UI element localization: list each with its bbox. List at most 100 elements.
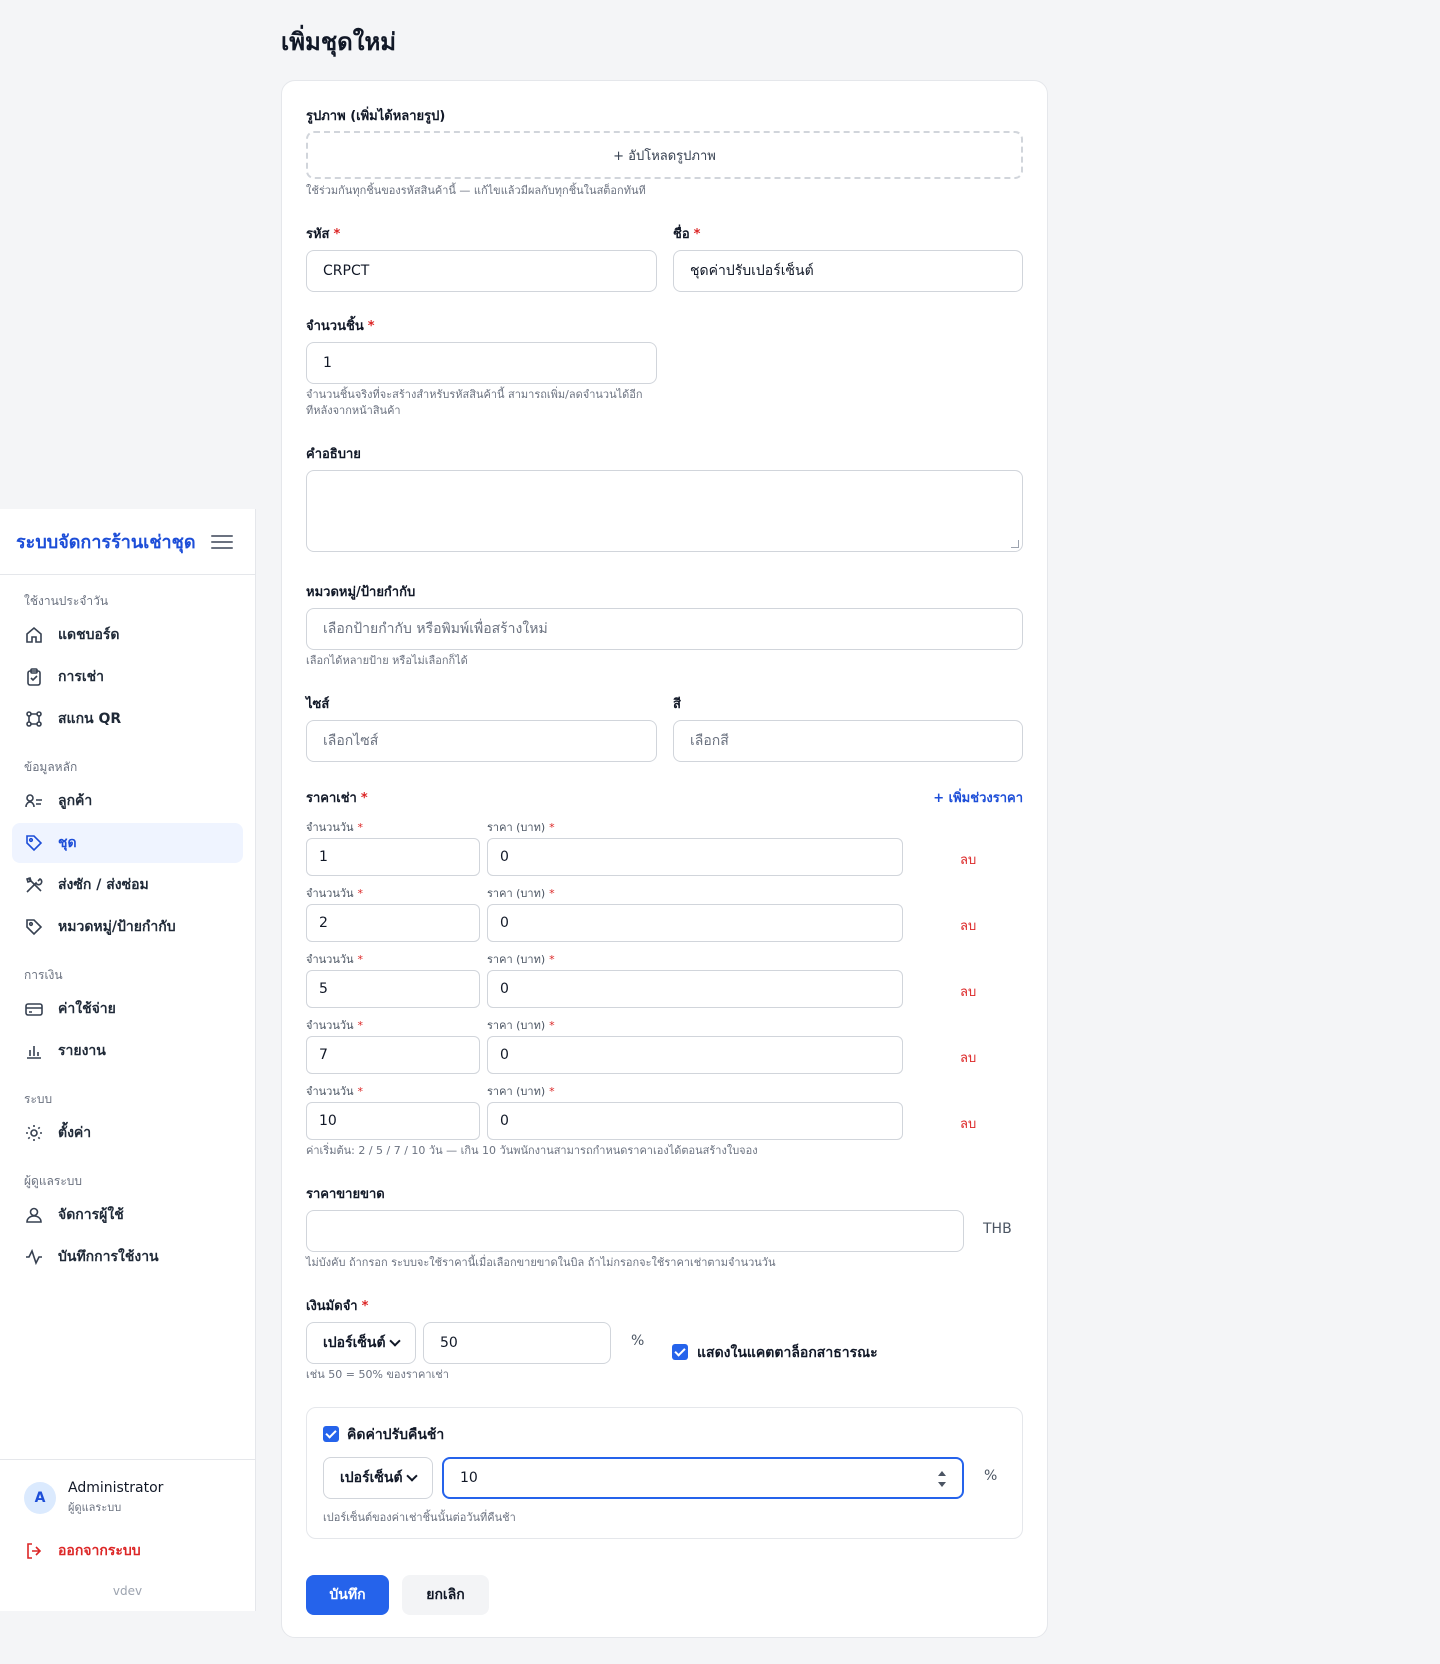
quantity-hint: จำนวนชิ้นจริงที่จะสร้างสำหรับรหัสสินค้าน… [306,387,666,419]
sidebar-item-settings[interactable]: ตั้งค่า [12,1113,243,1153]
price-input[interactable]: 0 [487,1036,903,1074]
price-input[interactable]: 0 [487,838,903,876]
sidebar-item-label: ค่าใช้จ่าย [58,1001,116,1017]
page-title: เพิ่มชุดใหม่ [281,28,397,56]
credit-card-icon [24,999,44,1019]
quantity-hint-line: ทีหลังจากหน้าสินค้า [306,404,401,417]
days-input[interactable]: 1 [306,838,480,876]
chevron-down-icon [406,1470,418,1482]
required-mark: * [357,953,364,966]
sidebar-item-label: ลูกค้า [58,793,93,809]
price-label: ราคา (บาท) * [487,950,555,968]
description-label: คำอธิบาย [306,447,361,462]
days-label: จำนวนวัน * [306,1082,363,1100]
sidebar-section-title: ข้อมูลหลัก [24,760,78,774]
delete-price-row-button[interactable]: ลบ [960,915,976,936]
quantity-input[interactable]: 1 [306,342,657,384]
users-icon [24,791,44,811]
late-fee-unit: % [984,1468,998,1484]
name-input[interactable]: ชุดค่าปรับเปอร์เซ็นต์ [673,250,1023,292]
sidebar-item-scan-qr[interactable]: สแกน QR [12,699,243,739]
public-catalog-checkbox[interactable] [672,1344,688,1360]
chevron-down-icon [389,1335,401,1347]
sidebar-item-customers[interactable]: ลูกค้า [12,781,243,821]
sidebar-item-outfits[interactable]: ชุด [12,823,243,863]
save-button[interactable]: บันทึก [306,1575,389,1615]
sidebar-section-title: การเงิน [24,968,63,982]
user-role: ผู้ดูแลระบบ [68,1501,122,1514]
sidebar-item-label: สแกน QR [58,711,122,727]
deposit-type-value: เปอร์เซ็นต์ [323,1335,386,1351]
required-mark: * [549,1085,555,1098]
sidebar-header: ระบบจัดการร้านเช่าชุด [0,509,255,575]
sidebar-item-laundry-repair[interactable]: ส่งซัก / ส่งซ่อม [12,865,243,905]
price-input[interactable]: 0 [487,904,903,942]
sidebar-item-label: ส่งซัก / ส่งซ่อม [58,877,149,893]
price-label: ราคา (บาท) * [487,1082,555,1100]
sidebar: ระบบจัดการร้านเช่าชุด ใช้งานประจำวัน แดช… [0,509,256,1611]
required-mark: * [549,821,555,834]
deposit-value-input[interactable]: 50 [423,1322,611,1364]
sidebar-item-label: การเช่า [58,669,105,685]
public-catalog-label: แสดงในแคตตาล็อกสาธารณะ [697,1345,878,1361]
price-label-text: ราคา (บาท) [487,1019,546,1032]
days-input[interactable]: 10 [306,1102,480,1140]
late-fee-type-select[interactable]: เปอร์เซ็นต์ [323,1457,433,1499]
price-input[interactable]: 0 [487,1102,903,1140]
name-label-text: ชื่อ [673,227,690,242]
late-fee-section: คิดค่าปรับคืนช้า เปอร์เซ็นต์ 10 % เปอร์เ… [306,1407,1023,1539]
cancel-button[interactable]: ยกเลิก [402,1575,489,1615]
required-mark: * [357,1085,364,1098]
sidebar-item-expenses[interactable]: ค่าใช้จ่าย [12,989,243,1029]
size-select[interactable]: เลือกไซส์ [306,720,657,762]
required-mark: * [361,1299,369,1314]
upload-image-button[interactable]: + อัปโหลดรูปภาพ [306,131,1023,179]
sidebar-item-manage-users[interactable]: จัดการผู้ใช้ [12,1195,243,1235]
logout-button[interactable]: ออกจากระบบ [0,1540,255,1562]
price-label-text: ราคา (บาท) [487,887,546,900]
days-label-text: จำนวนวัน [306,887,354,900]
late-fee-hint: เปอร์เซ็นต์ของค่าเช่าชิ้นนั้นต่อวันที่คื… [323,1511,516,1524]
sidebar-nav: ใช้งานประจำวัน แดชบอร์ด การเช่า สแกน QR … [0,575,255,1277]
price-label: ราคา (บาท) * [487,1016,555,1034]
product-form-card: รูปภาพ (เพิ่มได้หลายรูป) + อัปโหลดรูปภาพ… [281,80,1048,1638]
color-select[interactable]: เลือกสี [673,720,1023,762]
description-textarea[interactable] [306,470,1023,552]
sidebar-item-categories[interactable]: หมวดหมู่/ป้ายกำกับ [12,907,243,947]
price-input[interactable]: 0 [487,970,903,1008]
sale-price-hint: ไม่บังคับ ถ้ากรอก ระบบจะใช้ราคานี้เมื่อเ… [306,1256,776,1269]
color-label: สี [673,697,681,712]
sidebar-section-title: ผู้ดูแลระบบ [24,1174,83,1188]
sidebar-item-dashboard[interactable]: แดชบอร์ด [12,615,243,655]
days-label: จำนวนวัน * [306,884,363,902]
code-input[interactable]: CRPCT [306,250,657,292]
required-mark: * [357,821,364,834]
sale-price-input[interactable] [306,1210,964,1252]
delete-price-row-button[interactable]: ลบ [960,1113,976,1134]
delete-price-row-button[interactable]: ลบ [960,849,976,870]
add-price-range-button[interactable]: + เพิ่มช่วงราคา [933,787,1023,808]
days-input[interactable]: 5 [306,970,480,1008]
number-stepper-icon[interactable] [936,1471,948,1487]
menu-toggle-icon[interactable] [211,531,233,553]
required-mark: * [360,791,368,806]
sale-price-label: ราคาขายขาด [306,1187,385,1202]
delete-price-row-button[interactable]: ลบ [960,981,976,1002]
late-fee-value: 10 [460,1470,478,1486]
late-fee-value-input[interactable]: 10 [442,1457,964,1499]
days-input[interactable]: 7 [306,1036,480,1074]
sidebar-item-activity-log[interactable]: บันทึกการใช้งาน [12,1237,243,1277]
resize-handle-icon[interactable] [1011,540,1019,548]
sidebar-item-label: จัดการผู้ใช้ [58,1207,124,1223]
sidebar-section-title: ระบบ [24,1092,53,1106]
days-input[interactable]: 2 [306,904,480,942]
deposit-type-select[interactable]: เปอร์เซ็นต์ [306,1322,416,1364]
sidebar-item-reports[interactable]: รายงาน [12,1031,243,1071]
name-label: ชื่อ * [673,223,700,244]
days-label: จำนวนวัน * [306,1016,363,1034]
late-fee-checkbox[interactable] [323,1426,339,1442]
tags-input[interactable]: เลือกป้ายกำกับ หรือพิมพ์เพื่อสร้างใหม่ [306,608,1023,650]
logout-icon [24,1541,44,1561]
sidebar-item-rentals[interactable]: การเช่า [12,657,243,697]
delete-price-row-button[interactable]: ลบ [960,1047,976,1068]
